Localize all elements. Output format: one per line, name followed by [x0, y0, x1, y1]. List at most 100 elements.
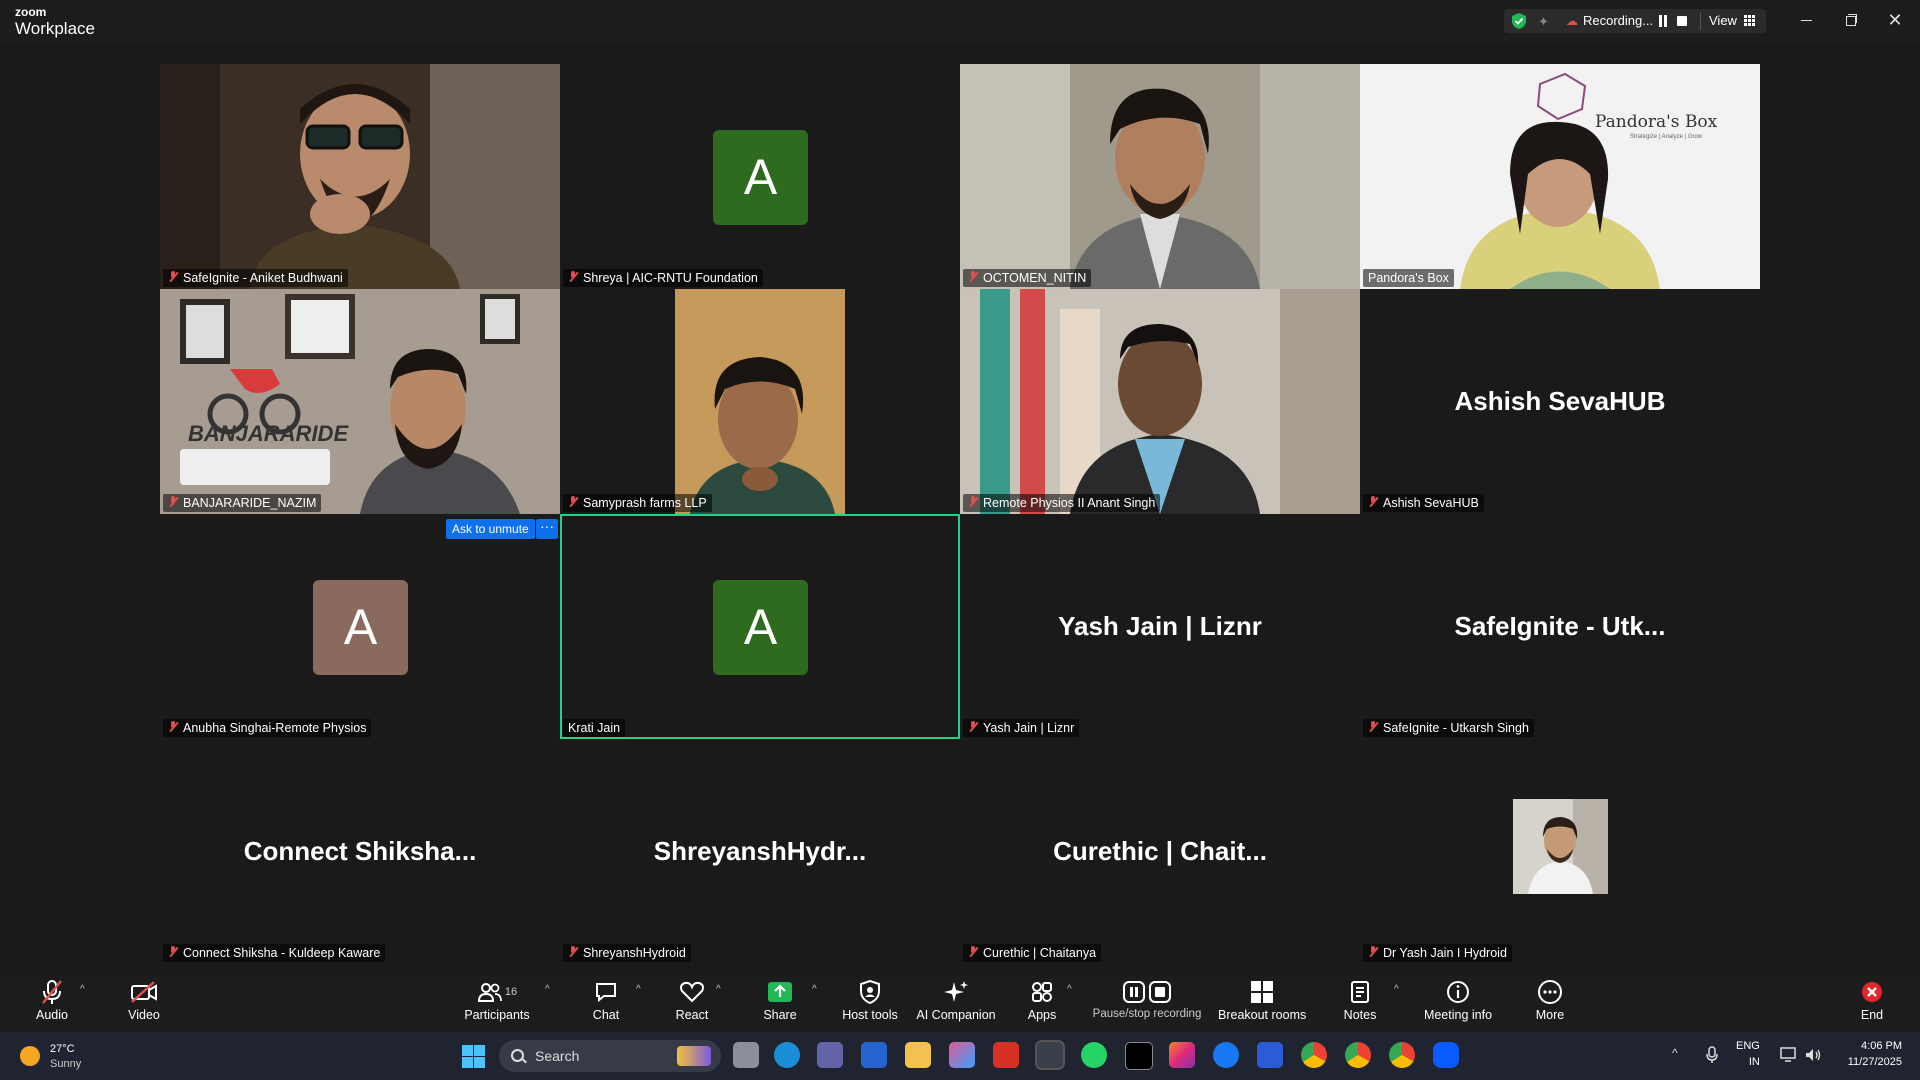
volume-icon[interactable] [1804, 1047, 1822, 1063]
teams-icon[interactable] [817, 1042, 843, 1068]
webex-icon[interactable] [1257, 1042, 1283, 1068]
breakout-rooms-button[interactable]: Breakout rooms [1218, 978, 1306, 1022]
participant-tile-active-speaker[interactable]: A Krati Jain [560, 514, 960, 739]
heart-icon [680, 981, 704, 1003]
name-text: Krati Jain [568, 721, 621, 735]
view-button[interactable]: View [1709, 13, 1737, 28]
participant-tile[interactable]: SafeIgnite - Utk... SafeIgnite - Utkarsh… [1360, 514, 1760, 739]
pause-recording-icon[interactable] [1658, 15, 1668, 27]
participants-button[interactable]: 16 Participants [462, 978, 532, 1022]
security-shield-icon[interactable] [1510, 12, 1528, 30]
sun-icon [20, 1046, 40, 1066]
apps-chevron-icon[interactable]: ^ [1067, 984, 1072, 995]
muted-mic-icon [568, 496, 578, 508]
share-button[interactable]: Share [758, 978, 802, 1022]
participant-video [1360, 64, 1760, 289]
language-indicator[interactable]: ENG IN [1736, 1038, 1760, 1070]
ai-sparkle-icon[interactable]: ✦ [1538, 14, 1549, 30]
participant-name: Shreya | AIC-RNTU Foundation [563, 269, 763, 287]
end-meeting-button[interactable]: End [1854, 978, 1890, 1022]
muted-mic-icon [168, 271, 178, 283]
participant-tile[interactable]: SafeIgnite - Aniket Budhwani [160, 64, 560, 289]
participant-tile[interactable]: ShreyanshHydr... ShreyanshHydroid [560, 739, 960, 964]
participant-tile[interactable]: Pandora's Box Strategize | Analyze | Gro… [1360, 64, 1760, 289]
participant-tile[interactable]: Samyprash farms LLP [560, 289, 960, 514]
participants-chevron-icon[interactable]: ^ [545, 984, 550, 995]
recording-label: Recording... [1583, 13, 1654, 28]
clock[interactable]: 4:06 PM 11/27/2025 [1836, 1038, 1902, 1070]
close-window-button[interactable]: ✕ [1880, 8, 1910, 32]
participant-tile[interactable]: Connect Shiksha... Connect Shiksha - Kul… [160, 739, 560, 964]
pause-stop-recording-button[interactable]: Pause/stop recording [1088, 978, 1206, 1020]
share-chevron-icon[interactable]: ^ [812, 984, 817, 995]
ai-companion-label: AI Companion [916, 1008, 996, 1022]
chat-icon [596, 983, 616, 1003]
brand-top: zoom [15, 5, 47, 19]
copilot-icon[interactable] [949, 1042, 975, 1068]
brand-bottom: Workplace [15, 19, 95, 38]
chrome-icon[interactable] [1301, 1042, 1327, 1068]
participant-tile[interactable]: Yash Jain | Liznr Yash Jain | Liznr [960, 514, 1360, 739]
participant-tile[interactable]: A Anubha Singhai-Remote Physios [160, 514, 560, 739]
grid-view-icon[interactable] [1744, 15, 1756, 27]
todo-icon[interactable] [861, 1042, 887, 1068]
x-twitter-icon[interactable] [1125, 1042, 1153, 1070]
active-app-icon[interactable] [1035, 1040, 1065, 1070]
ask-to-unmute-button[interactable]: Ask to unmute [446, 519, 535, 539]
breakout-rooms-label: Breakout rooms [1218, 1008, 1307, 1022]
participant-display-name: ShreyanshHydr... [653, 836, 867, 866]
apps-button[interactable]: Apps [1022, 978, 1062, 1022]
task-view-icon[interactable] [733, 1042, 759, 1068]
host-tools-button[interactable]: Host tools [840, 978, 900, 1022]
ai-companion-button[interactable]: AI Companion [916, 978, 996, 1022]
participant-tile[interactable]: OCTOMEN_NITIN [960, 64, 1360, 289]
instagram-icon[interactable] [1169, 1042, 1195, 1068]
tile-more-options-button[interactable]: ··· [536, 519, 558, 539]
wps-office-icon[interactable] [993, 1042, 1019, 1068]
network-icon[interactable] [1780, 1047, 1798, 1063]
participant-tile[interactable]: A Shreya | AIC-RNTU Foundation [560, 64, 960, 289]
meeting-info-button[interactable]: Meeting info [1418, 978, 1498, 1022]
whatsapp-icon[interactable] [1081, 1042, 1107, 1068]
chat-chevron-icon[interactable]: ^ [636, 984, 641, 995]
stop-recording-icon[interactable] [1677, 16, 1687, 26]
audio-button[interactable]: Audio [28, 978, 76, 1022]
chrome-profile-icon[interactable] [1345, 1042, 1371, 1068]
participant-video [160, 64, 560, 289]
chrome-profile-2-icon[interactable] [1389, 1042, 1415, 1068]
show-hidden-icons-chevron-icon[interactable]: ^ [1672, 1046, 1678, 1060]
pause-recording-label: Pause/stop recording [1092, 1008, 1202, 1020]
name-text: Ashish SevaHUB [1383, 496, 1479, 510]
react-chevron-icon[interactable]: ^ [716, 984, 721, 995]
participant-tile[interactable]: Curethic | Chait... Curethic | Chaitanya [960, 739, 1360, 964]
more-button[interactable]: More [1530, 978, 1570, 1022]
name-text: Samyprash farms LLP [583, 496, 707, 510]
edge-browser-icon[interactable] [774, 1042, 800, 1068]
facebook-icon[interactable] [1213, 1042, 1239, 1068]
participant-tile[interactable]: Ashish SevaHUB Ashish SevaHUB [1360, 289, 1760, 514]
participant-name: SafeIgnite - Utkarsh Singh [1363, 719, 1534, 737]
taskbar-search[interactable]: Search [499, 1040, 721, 1072]
chat-button[interactable]: Chat [586, 978, 626, 1022]
video-button[interactable]: Video [120, 978, 168, 1022]
zoom-app-icon[interactable] [1433, 1042, 1459, 1068]
windows-start-icon[interactable] [462, 1045, 485, 1068]
muted-mic-icon [168, 496, 178, 508]
participant-tile[interactable]: Remote Physios II Anant Singh [960, 289, 1360, 514]
muted-mic-icon [168, 721, 178, 733]
file-explorer-icon[interactable] [905, 1042, 931, 1068]
participant-name: OCTOMEN_NITIN [963, 269, 1092, 287]
notes-chevron-icon[interactable]: ^ [1394, 984, 1399, 995]
notes-label: Notes [1343, 1008, 1377, 1022]
audio-options-chevron-icon[interactable]: ^ [80, 984, 85, 995]
muted-mic-icon [968, 721, 978, 733]
muted-mic-icon [1368, 946, 1378, 958]
audio-label: Audio [36, 1008, 68, 1022]
minimize-button[interactable] [1791, 8, 1821, 32]
notes-button[interactable]: Notes [1340, 978, 1380, 1022]
microphone-tray-icon[interactable] [1706, 1046, 1718, 1064]
restore-button[interactable] [1836, 8, 1866, 32]
participant-tile[interactable]: Dr Yash Jain I Hydroid [1360, 739, 1760, 964]
react-button[interactable]: React [670, 978, 714, 1022]
participant-tile[interactable]: BANJARARIDE BANJARARIDE_NAZIM [160, 289, 560, 514]
